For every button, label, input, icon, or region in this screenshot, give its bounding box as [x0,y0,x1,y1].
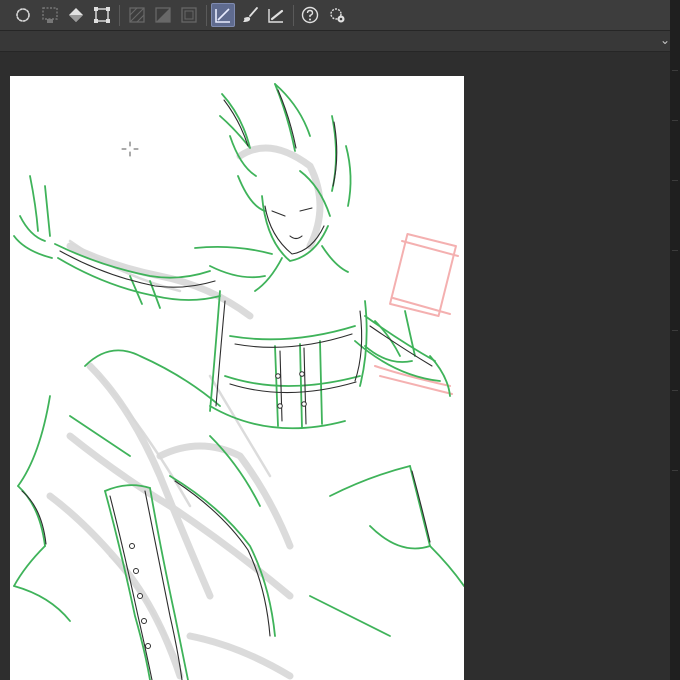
chevron-down-icon[interactable]: ⌄ [660,33,670,47]
vector-line-icon[interactable] [211,3,235,27]
lineart-drawing [13,83,464,680]
transform-icon[interactable] [90,3,114,27]
select-layer-icon[interactable] [38,3,62,27]
drawing-canvas[interactable] [10,76,464,680]
help-icon[interactable] [298,3,322,27]
tool-options-bar: ⌄ [0,31,680,52]
settings-icon[interactable] [325,3,349,27]
ruler-perspective-icon[interactable] [125,3,149,27]
auto-select-icon[interactable] [11,3,35,27]
brush-icon[interactable] [238,3,262,27]
vertical-scrollbar[interactable] [670,0,680,680]
pen-pressure-icon[interactable] [264,3,288,27]
gradient-icon[interactable] [151,3,175,27]
tool-property-toolbar [0,0,680,31]
frame-border-icon[interactable] [177,3,201,27]
fill-bucket-icon[interactable] [64,3,88,27]
